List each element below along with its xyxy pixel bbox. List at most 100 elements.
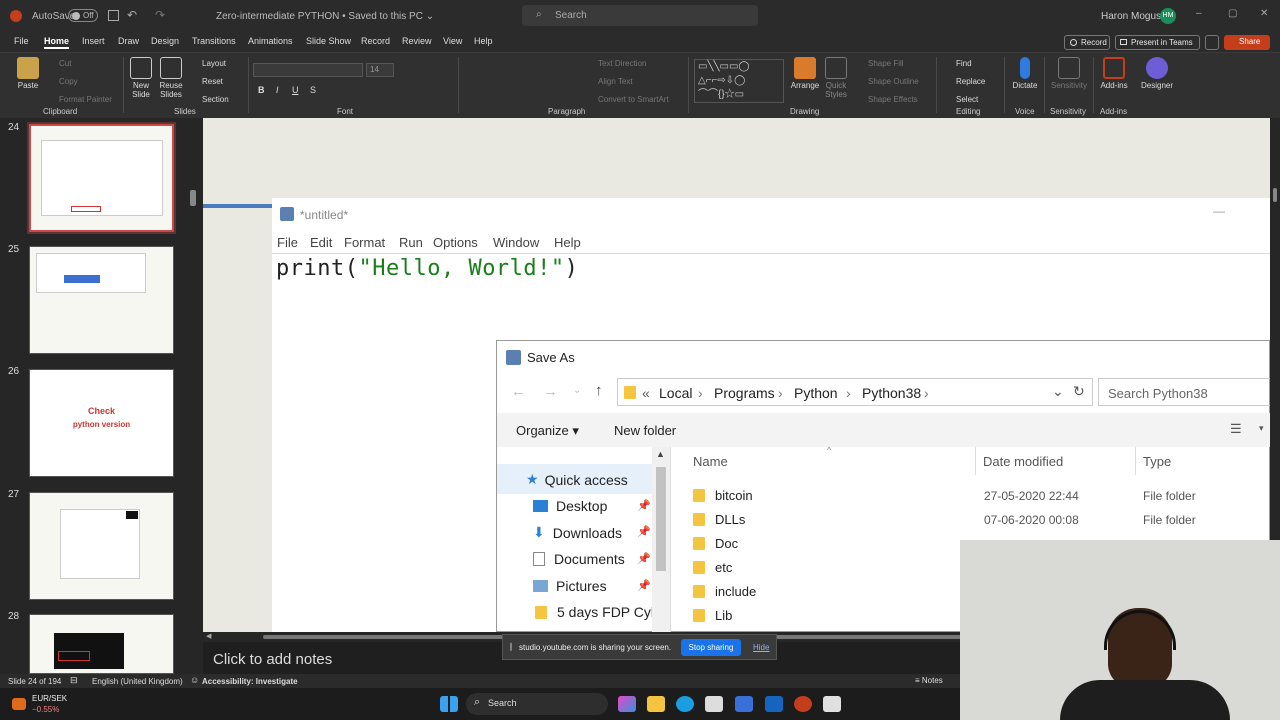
cut-button[interactable]: Cut [59,59,71,68]
bold-button[interactable]: B [258,85,265,95]
breadcrumb-python38[interactable]: Python38 [862,385,921,401]
hide-button[interactable]: Hide [753,643,769,652]
maximize-icon[interactable]: ▢ [1228,8,1237,19]
tab-draw[interactable]: Draw [118,36,139,46]
idle-menu-edit[interactable]: Edit [310,235,332,250]
idle-menu-window[interactable]: Window [493,235,539,250]
record-button[interactable]: Record [1064,35,1110,50]
search-folder-input[interactable]: Search Python38 [1098,378,1271,406]
copy-button[interactable]: Copy [59,77,78,86]
column-name[interactable]: Name [693,454,728,469]
language-status[interactable]: English (United Kingdom) [92,677,183,686]
share-button[interactable]: Share [1224,35,1270,50]
avatar[interactable]: HM [1160,8,1176,24]
breadcrumb-local[interactable]: Local [659,385,692,401]
shapes-gallery[interactable]: ▭╲╲▭▭◯ △⌐⌐⇨⇩◯ ⌒⌒{}☆▭ [694,59,784,103]
save-icon[interactable] [108,10,119,21]
file-row-name[interactable]: include [693,584,756,599]
underline-button[interactable]: U [292,85,299,95]
file-row-name[interactable]: etc [693,560,732,575]
python-idle-icon[interactable] [823,696,841,712]
tab-insert[interactable]: Insert [82,36,105,46]
pin-icon[interactable]: 📌 [637,525,651,538]
strikethrough-button[interactable]: S [310,85,316,95]
find-button[interactable]: Find [956,59,972,68]
recent-dropdown-icon[interactable]: ⌄ [573,385,581,396]
up-icon[interactable]: ↑ [595,382,603,399]
forward-icon[interactable]: → [543,383,558,400]
shape-outline-button[interactable]: Shape Outline [868,77,919,86]
weather-widget[interactable]: EUR/SEK −0.55% [10,692,80,716]
font-family-select[interactable] [253,63,363,77]
idle-minimize-icon[interactable]: — [1213,204,1225,218]
layout-button[interactable]: Layout [202,59,226,68]
tab-design[interactable]: Design [151,36,179,46]
pin-icon[interactable]: 📌 [637,579,651,592]
breadcrumb-programs[interactable]: Programs [714,385,775,401]
view-options-icon[interactable]: ☰ [1230,421,1242,437]
nav-5-days-fdp[interactable]: 5 days FDP Cybe [535,604,666,620]
breadcrumb-python[interactable]: Python [794,385,838,401]
thumb-scrollbar[interactable] [190,190,196,206]
edge-icon[interactable] [676,696,694,712]
breadcrumb-chevron[interactable]: « [642,385,650,401]
redo-icon[interactable]: ↷ [155,8,165,22]
nav-pictures[interactable]: Pictures [533,578,607,594]
tab-home[interactable]: Home [44,36,70,49]
present-in-teams-button[interactable]: Present in Teams [1115,35,1200,50]
vscode-icon[interactable] [735,696,753,712]
designer-button[interactable]: Designer [1139,57,1175,90]
tab-slide-show[interactable]: Slide Show [306,36,351,46]
file-row-name[interactable]: Doc [693,536,738,551]
store-icon[interactable] [705,696,723,712]
new-folder-button[interactable]: New folder [614,423,676,438]
italic-button[interactable]: I [276,85,279,95]
column-type[interactable]: Type [1143,454,1171,469]
nav-desktop[interactable]: Desktop [533,498,607,514]
stop-sharing-button[interactable]: Stop sharing [681,639,741,656]
file-explorer-icon[interactable] [647,696,665,712]
nav-downloads[interactable]: ⬇ Downloads [533,524,622,541]
shape-fill-button[interactable]: Shape Fill [868,59,904,68]
add-ins-button[interactable]: Add-ins [1097,57,1131,90]
tab-review[interactable]: Review [402,36,432,46]
slide-thumbnail[interactable] [29,246,174,354]
organize-button[interactable]: Organize ▾ [516,423,579,439]
idle-menu-run[interactable]: Run [399,235,423,250]
code-line[interactable]: print("Hello, World!") [276,256,578,281]
replace-button[interactable]: Replace [956,77,985,86]
close-icon[interactable]: ✕ [1260,8,1268,19]
tab-help[interactable]: Help [474,36,493,46]
shape-effects-button[interactable]: Shape Effects [868,95,918,104]
slide-thumbnail[interactable] [29,492,174,600]
nav-quick-access[interactable]: ★ Quick access [526,471,628,488]
nav-scrollbar[interactable]: ▲ [652,447,670,633]
pin-icon[interactable]: 📌 [637,499,651,512]
reuse-slides-button[interactable]: Reuse Slides [158,57,184,99]
spellcheck-icon[interactable]: ⊟ [70,675,78,686]
undo-icon[interactable]: ↶ [127,8,137,22]
slide-thumbnail[interactable] [27,122,176,234]
tab-transitions[interactable]: Transitions [192,36,236,46]
taskbar-search[interactable]: ⌕ Search [466,693,608,715]
paste-button[interactable]: Paste [14,57,42,90]
section-button[interactable]: Section [202,95,229,104]
select-button[interactable]: Select [956,95,978,104]
powerpoint-icon[interactable] [794,696,812,712]
minimize-icon[interactable]: – [1196,8,1202,19]
address-bar[interactable]: « Local › Programs › Python › Python38 ›… [617,378,1093,406]
file-row-name[interactable]: DLLs [693,512,745,527]
windows-start-icon[interactable] [440,696,458,712]
slide-thumbnail[interactable]: Check python version [29,369,174,477]
sensitivity-button[interactable]: Sensitivity [1048,57,1090,90]
refresh-icon[interactable]: ↻ [1073,383,1085,400]
convert-smartart-button[interactable]: Convert to SmartArt [598,95,669,104]
back-icon[interactable]: ← [511,383,526,400]
align-text-button[interactable]: Align Text [598,77,633,86]
notes-toggle[interactable]: ≡ Notes [915,676,943,685]
arrange-button[interactable]: Arrange [790,57,820,90]
search-box[interactable]: ⌕ Search [522,5,758,26]
idle-menu-help[interactable]: Help [554,235,581,250]
idle-menu-format[interactable]: Format [344,235,385,250]
reset-button[interactable]: Reset [202,77,223,86]
